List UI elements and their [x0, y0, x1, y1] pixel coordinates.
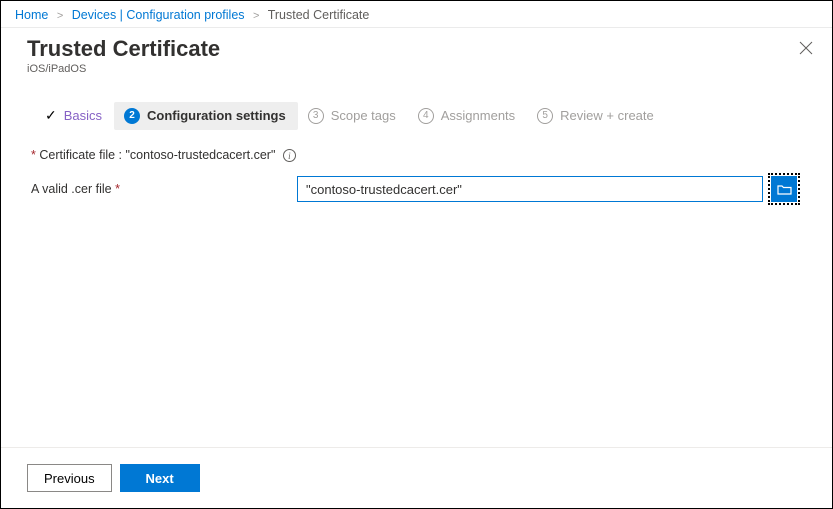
step-scope-tags[interactable]: 3 Scope tags — [298, 102, 408, 130]
cer-file-label-text: A valid .cer file — [31, 182, 112, 196]
step-assignments[interactable]: 4 Assignments — [408, 102, 527, 130]
next-button[interactable]: Next — [120, 464, 200, 492]
breadcrumb: Home > Devices | Configuration profiles … — [1, 1, 832, 28]
close-icon — [799, 41, 813, 55]
step-configuration-settings[interactable]: 2 Configuration settings — [114, 102, 298, 130]
step-review-create[interactable]: 5 Review + create — [527, 102, 666, 130]
chevron-right-icon: > — [248, 10, 264, 22]
required-star-icon: * — [31, 148, 36, 162]
breadcrumb-current: Trusted Certificate — [268, 8, 370, 22]
cert-filename: "contoso-trustedcacert.cer" — [126, 148, 276, 162]
browse-file-button[interactable] — [771, 176, 797, 202]
wizard-footer: Previous Next — [1, 447, 832, 508]
cer-file-field: A valid .cer file * — [31, 176, 802, 202]
breadcrumb-home[interactable]: Home — [15, 8, 48, 22]
profile-wizard-window: Home > Devices | Configuration profiles … — [0, 0, 833, 509]
page-title: Trusted Certificate — [27, 36, 806, 62]
step-basics[interactable]: ✓ Basics — [35, 101, 114, 130]
step-number-icon: 5 — [537, 108, 553, 124]
step-label: Review + create — [560, 108, 654, 123]
close-button[interactable] — [796, 38, 816, 58]
previous-button[interactable]: Previous — [27, 464, 112, 492]
check-icon: ✓ — [45, 107, 57, 124]
info-icon[interactable]: i — [283, 149, 296, 162]
step-number-icon: 2 — [124, 108, 140, 124]
certificate-file-heading: * Certificate file : "contoso-trustedcac… — [31, 148, 802, 162]
step-number-icon: 4 — [418, 108, 434, 124]
step-label: Assignments — [441, 108, 515, 123]
cert-label-prefix: Certificate file : — [39, 148, 125, 162]
page-subtitle: iOS/iPadOS — [27, 63, 806, 75]
wizard-steps: ✓ Basics 2 Configuration settings 3 Scop… — [1, 79, 832, 142]
step-label: Scope tags — [331, 108, 396, 123]
required-star-icon: * — [115, 182, 120, 196]
page-header: Trusted Certificate iOS/iPadOS — [1, 28, 832, 79]
folder-icon — [777, 183, 792, 195]
cer-file-input[interactable] — [297, 176, 763, 202]
step-label: Configuration settings — [147, 108, 286, 123]
chevron-right-icon: > — [52, 10, 68, 22]
step-label: Basics — [64, 108, 102, 123]
cer-file-label: A valid .cer file * — [31, 182, 289, 196]
breadcrumb-devices[interactable]: Devices | Configuration profiles — [72, 8, 245, 22]
step-number-icon: 3 — [308, 108, 324, 124]
form-body: * Certificate file : "contoso-trustedcac… — [1, 142, 832, 447]
